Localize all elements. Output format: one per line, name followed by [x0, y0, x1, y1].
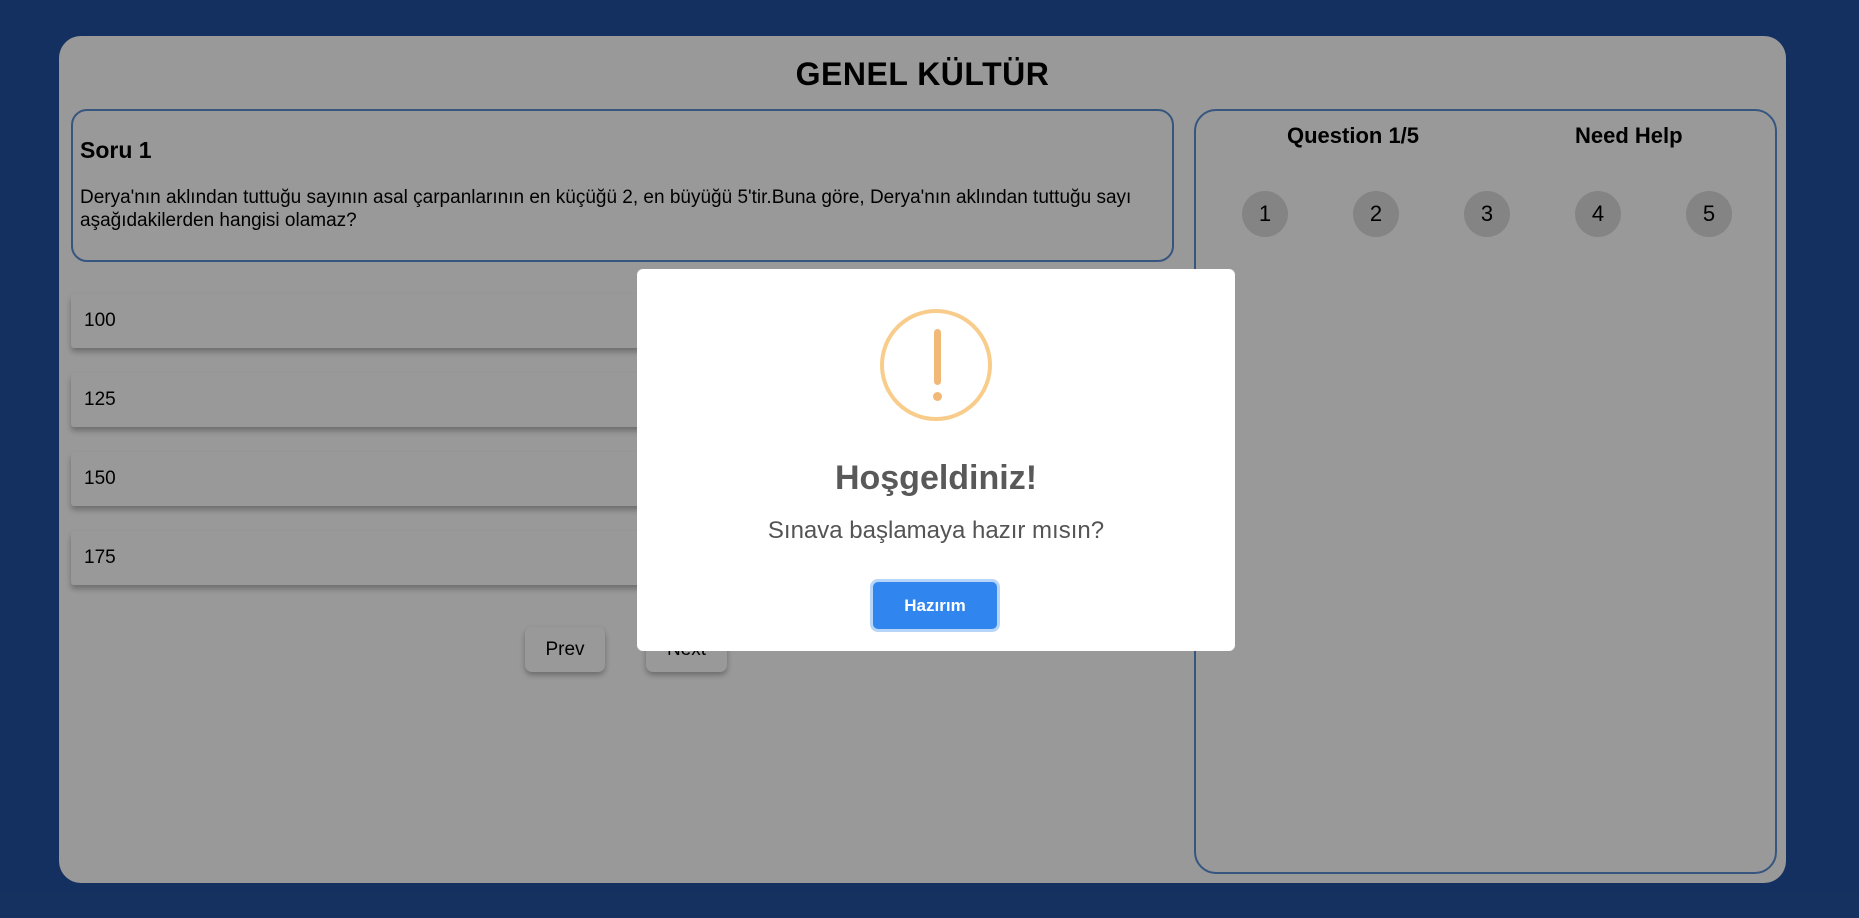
warning-icon — [880, 309, 992, 421]
dialog-message: Sınava başlamaya hazır mısın? — [767, 517, 1105, 544]
welcome-dialog: Hoşgeldiniz! Sınava başlamaya hazır mısı… — [637, 269, 1235, 651]
dialog-title: Hoşgeldiniz! — [834, 459, 1038, 497]
ready-button[interactable]: Hazırım — [873, 582, 997, 629]
